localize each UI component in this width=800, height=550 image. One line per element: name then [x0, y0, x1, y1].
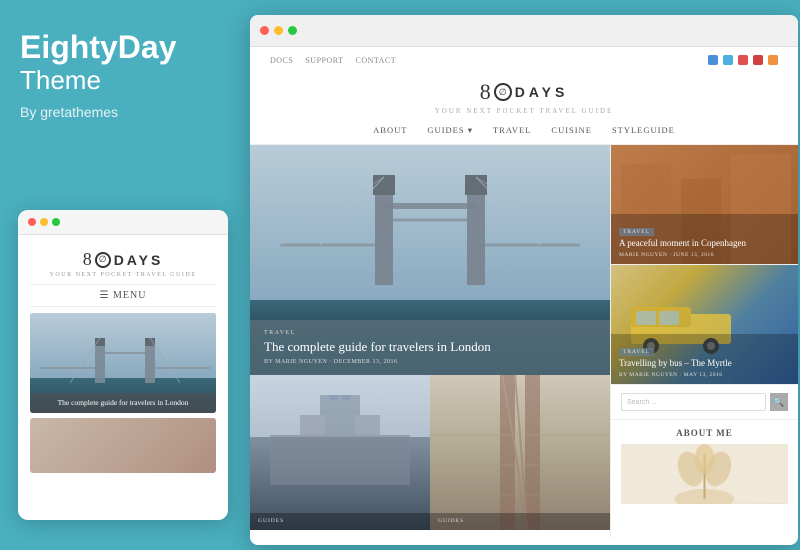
castle-category: GUIDES	[258, 518, 422, 524]
van-meta: By MARIE NGUYEN · MAY 13, 2016	[619, 372, 790, 378]
site-logo-circle-icon: ∅	[494, 83, 512, 101]
arch-scene	[430, 375, 610, 530]
search-placeholder: Search ...	[627, 399, 657, 406]
mobile-traffic-lights	[18, 210, 228, 235]
mobile-content: 8 ∅ DAYS YOUR NEXT POCKET TRAVEL GUIDE ☰…	[18, 235, 228, 483]
nav-about[interactable]: ABOUT	[373, 125, 407, 136]
desktop-preview: DOCS SUPPORT CONTACT 8 ∅ DAYS	[250, 15, 798, 545]
hero-image: TRAVEL The complete guide for travelers …	[250, 145, 610, 375]
bridge-overlay: GUIDES	[430, 513, 610, 530]
mobile-logo-circle: ∅	[95, 252, 111, 268]
browser-bar	[250, 15, 798, 47]
nav-styleguide[interactable]: STYLEGUIDE	[612, 125, 675, 136]
arch-bridge-svg	[430, 375, 610, 530]
site-logo-number: 8	[480, 79, 491, 105]
browser-dot-red	[260, 26, 269, 35]
hero-category: TRAVEL	[264, 330, 596, 336]
mobile-menu[interactable]: ☰ MENU	[30, 284, 216, 307]
facebook-icon[interactable]	[708, 55, 718, 65]
nav-cuisine[interactable]: CUISINE	[551, 125, 592, 136]
hero-meta: By MARIE NGUYEN · DECEMBER 13, 2016	[264, 359, 596, 365]
about-svg	[621, 444, 788, 504]
site-logo-days: DAYS	[515, 84, 569, 100]
theme-title: EightyDay Theme	[20, 30, 228, 96]
cph-overlay: TRAVEL A peaceful moment in Copenhagen M…	[611, 214, 798, 264]
content-column: TRAVEL The complete guide for travelers …	[250, 145, 610, 538]
mobile-dot-green	[52, 218, 60, 226]
mobile-logo-days: DAYS	[114, 252, 164, 268]
mobile-dot-yellow	[40, 218, 48, 226]
search-button[interactable]: 🔍	[770, 393, 788, 411]
about-image	[621, 444, 788, 504]
theme-author: By gretathemes	[20, 104, 228, 120]
browser-dot-yellow	[274, 26, 283, 35]
mobile-dot-red	[28, 218, 36, 226]
van-category: TRAVEL	[619, 348, 654, 356]
search-input[interactable]: Search ...	[621, 393, 766, 411]
sidebar-search: Search ... 🔍	[611, 385, 798, 420]
right-card-van: TRAVEL Travelling by bus – The Myrtle By…	[611, 265, 798, 385]
site-top-nav-right	[708, 55, 778, 65]
hero-title: The complete guide for travelers in Lond…	[264, 339, 596, 356]
castle-scene	[250, 375, 430, 530]
about-title: ABOUT ME	[621, 428, 788, 438]
site-logo-area: 8 ∅ DAYS YOUR NEXT POCKET TRAVEL GUIDE	[270, 71, 778, 119]
article-row: GUIDES	[250, 375, 610, 530]
nav-guides[interactable]: GUIDES ▾	[427, 125, 473, 136]
site-top-nav: DOCS SUPPORT CONTACT	[270, 55, 778, 65]
site-main-nav: ABOUT GUIDES ▾ TRAVEL CUISINE STYLEGUIDE	[270, 119, 778, 138]
cph-meta: MARIE NGUYEN · JUNE 13, 2016	[619, 252, 790, 258]
nav-contact[interactable]: CONTACT	[356, 56, 397, 65]
bridge-category: GUIDES	[438, 518, 602, 524]
mobile-bridge-svg	[40, 333, 210, 393]
cph-category: TRAVEL	[619, 228, 654, 236]
pinterest-icon[interactable]	[753, 55, 763, 65]
cph-title: A peaceful moment in Copenhagen	[619, 238, 790, 250]
mobile-logo: 8 ∅ DAYS	[30, 249, 216, 270]
castle-svg	[270, 395, 410, 485]
mobile-preview: 8 ∅ DAYS YOUR NEXT POCKET TRAVEL GUIDE ☰…	[18, 210, 228, 520]
site-logo-row: 8 ∅ DAYS	[270, 79, 778, 105]
article-thumb-castle: GUIDES	[250, 375, 430, 530]
left-panel: EightyDay Theme By gretathemes 8 ∅ DAYS …	[0, 0, 248, 550]
site-main: TRAVEL The complete guide for travelers …	[250, 145, 798, 538]
hero-overlay: TRAVEL The complete guide for travelers …	[250, 320, 610, 375]
hero-scene	[250, 145, 610, 335]
mobile-second-image	[30, 418, 216, 473]
site-header: DOCS SUPPORT CONTACT 8 ∅ DAYS	[250, 47, 798, 145]
nav-travel[interactable]: TRAVEL	[493, 125, 531, 136]
site-tagline: YOUR NEXT POCKET TRAVEL GUIDE	[270, 107, 778, 115]
mobile-hero-overlay: The complete guide for travelers in Lond…	[30, 393, 216, 413]
rss-icon[interactable]	[768, 55, 778, 65]
mobile-tagline: YOUR NEXT POCKET TRAVEL GUIDE	[30, 272, 216, 278]
van-overlay: TRAVEL Travelling by bus – The Myrtle By…	[611, 334, 798, 384]
nav-docs[interactable]: DOCS	[270, 56, 293, 65]
browser-dot-green	[288, 26, 297, 35]
article-thumb-bridge: GUIDES	[430, 375, 610, 530]
van-title: Travelling by bus – The Myrtle	[619, 358, 790, 370]
mobile-hero-image: The complete guide for travelers in Lond…	[30, 313, 216, 413]
twitter-icon[interactable]	[723, 55, 733, 65]
google-icon[interactable]	[738, 55, 748, 65]
right-card-copenhagen: TRAVEL A peaceful moment in Copenhagen M…	[611, 145, 798, 265]
nav-support[interactable]: SUPPORT	[305, 56, 343, 65]
hero-bridge-svg	[280, 165, 580, 305]
browser-content: DOCS SUPPORT CONTACT 8 ∅ DAYS	[250, 47, 798, 545]
mobile-logo-number: 8	[83, 249, 92, 270]
site-top-nav-left: DOCS SUPPORT CONTACT	[270, 56, 396, 65]
sidebar-column: TRAVEL A peaceful moment in Copenhagen M…	[610, 145, 798, 538]
mobile-hero-text: The complete guide for travelers in Lond…	[36, 398, 210, 408]
castle-overlay: GUIDES	[250, 513, 430, 530]
sidebar-about: ABOUT ME	[611, 420, 798, 512]
